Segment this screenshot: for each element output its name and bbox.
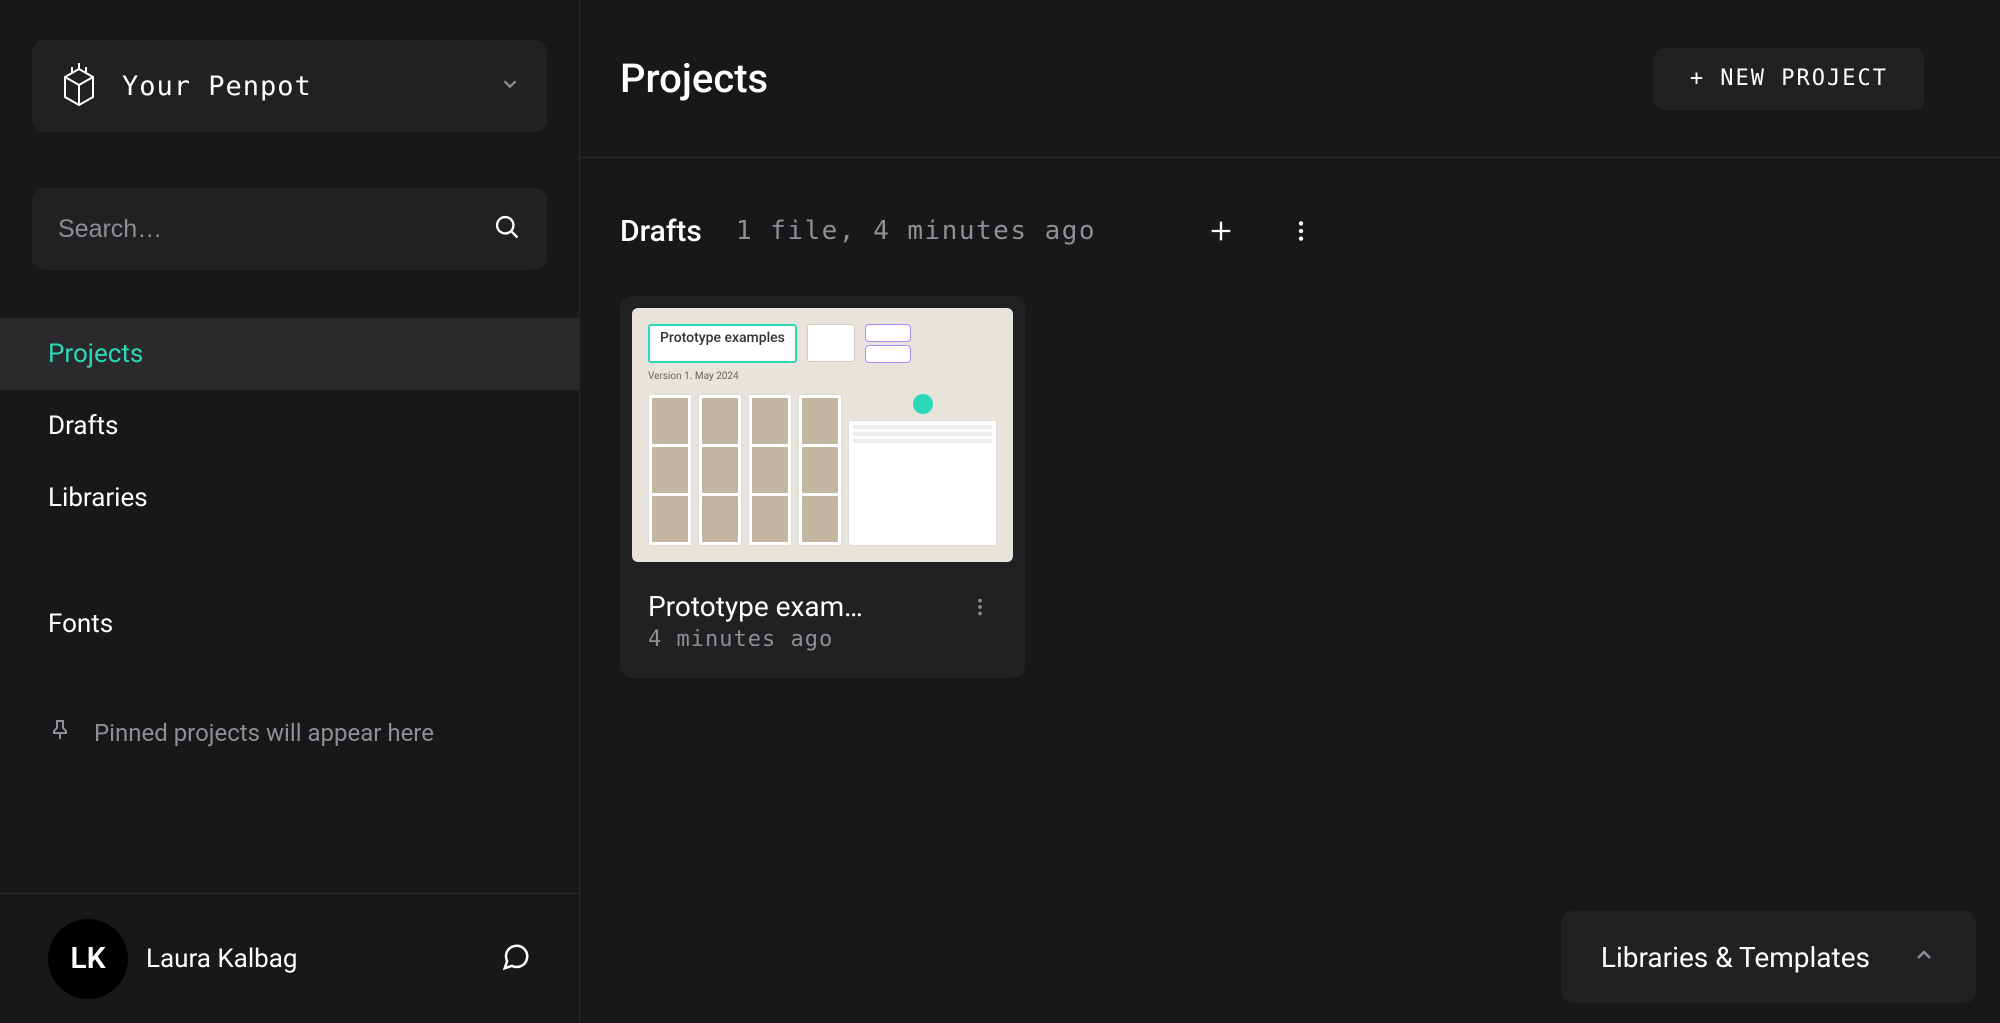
thumb-label: Prototype examples <box>648 324 797 363</box>
main-content: Projects + NEW PROJECT Drafts 1 file, 4 … <box>580 0 2000 1023</box>
nav-item-drafts[interactable]: Drafts <box>0 390 579 462</box>
chevron-down-icon <box>499 73 521 99</box>
drafts-actions <box>1196 206 1326 256</box>
drafts-menu-button[interactable] <box>1276 206 1326 256</box>
search-icon <box>493 213 521 245</box>
file-timestamp: 4 minutes ago <box>648 627 963 652</box>
add-file-button[interactable] <box>1196 206 1246 256</box>
new-project-button[interactable]: + NEW PROJECT <box>1654 48 1924 110</box>
nav-item-projects[interactable]: Projects <box>0 318 579 390</box>
pinned-hint-text: Pinned projects will appear here <box>94 719 434 747</box>
penpot-logo-icon <box>58 62 100 110</box>
drafts-title[interactable]: Drafts <box>620 214 702 249</box>
search-container <box>32 188 547 270</box>
pinned-hint: Pinned projects will appear here <box>48 718 579 748</box>
user-avatar[interactable]: LK <box>48 919 128 999</box>
user-footer: LK Laura Kalbag <box>0 893 579 1023</box>
workspace-selector[interactable]: Your Penpot <box>32 40 547 132</box>
primary-nav: Projects Drafts Libraries <box>0 318 579 534</box>
drafts-section-header: Drafts 1 file, 4 minutes ago <box>580 158 2000 256</box>
pin-icon <box>48 718 72 748</box>
nav-item-fonts[interactable]: Fonts <box>0 588 579 660</box>
page-title: Projects <box>620 55 1654 102</box>
user-name: Laura Kalbag <box>146 944 501 974</box>
nav-item-libraries[interactable]: Libraries <box>0 462 579 534</box>
file-title: Prototype exam… <box>648 590 963 623</box>
file-menu-button[interactable] <box>963 590 997 628</box>
libraries-templates-toggle[interactable]: Libraries & Templates <box>1561 911 1976 1003</box>
drafts-meta: 1 file, 4 minutes ago <box>736 216 1096 246</box>
thumb-version: Version 1. May 2024 <box>648 371 997 382</box>
comment-icon[interactable] <box>501 942 531 976</box>
page-header: Projects + NEW PROJECT <box>580 0 2000 158</box>
file-card[interactable]: Prototype examples Version 1. May 2024 <box>620 296 1025 678</box>
search-input[interactable] <box>58 215 493 244</box>
sidebar: Your Penpot Projects Drafts Libraries Fo… <box>0 0 580 1023</box>
chevron-up-icon <box>1912 943 1936 971</box>
file-card-info: Prototype exam… 4 minutes ago <box>620 574 1025 678</box>
fonts-nav: Fonts <box>0 588 579 660</box>
file-grid: Prototype examples Version 1. May 2024 <box>580 256 2000 718</box>
file-thumbnail: Prototype examples Version 1. May 2024 <box>632 308 1013 562</box>
libraries-templates-label: Libraries & Templates <box>1601 941 1870 974</box>
workspace-name: Your Penpot <box>122 71 499 102</box>
